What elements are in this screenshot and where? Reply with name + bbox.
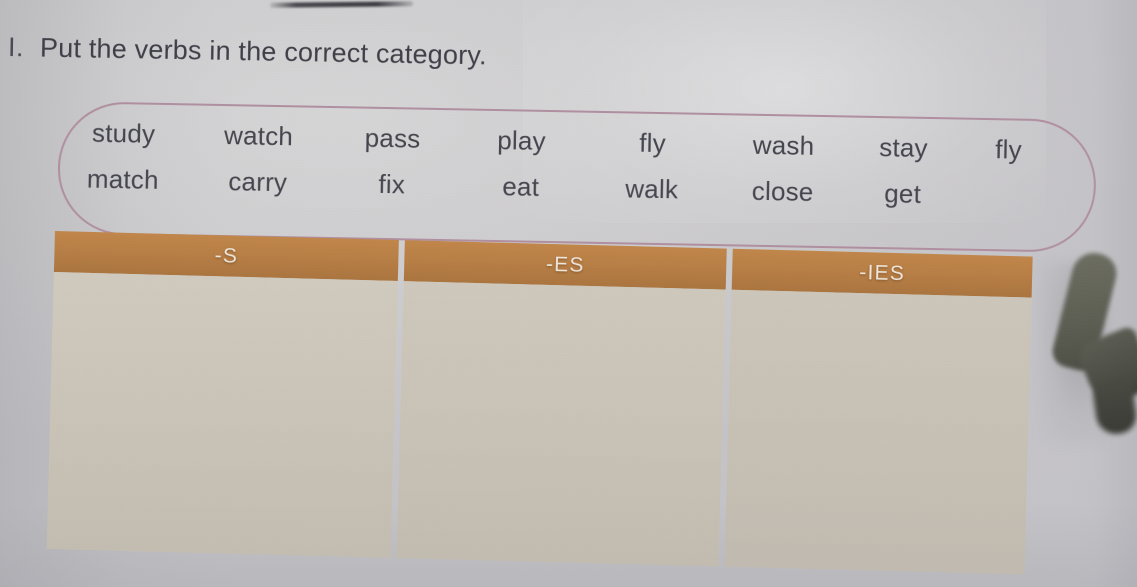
- word-bank-outline: [56, 101, 1098, 254]
- category-column-es: -ES: [396, 240, 727, 567]
- column-header-label: -IES: [859, 260, 906, 285]
- exercise-number: I.: [7, 32, 25, 63]
- category-column-ies: -IES: [724, 248, 1033, 575]
- answer-cell-text: [397, 281, 726, 566]
- category-table: -S -ES -IES: [46, 231, 1033, 575]
- column-header-label: -ES: [545, 252, 585, 277]
- answer-cell-ies[interactable]: [724, 289, 1032, 575]
- answer-cell-es[interactable]: [396, 281, 726, 567]
- worksheet-photo: I. Put the verbs in the correct category…: [0, 0, 1137, 587]
- answer-cell-s[interactable]: [46, 271, 398, 558]
- answer-cell-text: [47, 272, 398, 558]
- column-header-label: -S: [214, 243, 239, 268]
- answer-cell-text: [724, 290, 1031, 575]
- category-column-s: -S: [46, 231, 399, 558]
